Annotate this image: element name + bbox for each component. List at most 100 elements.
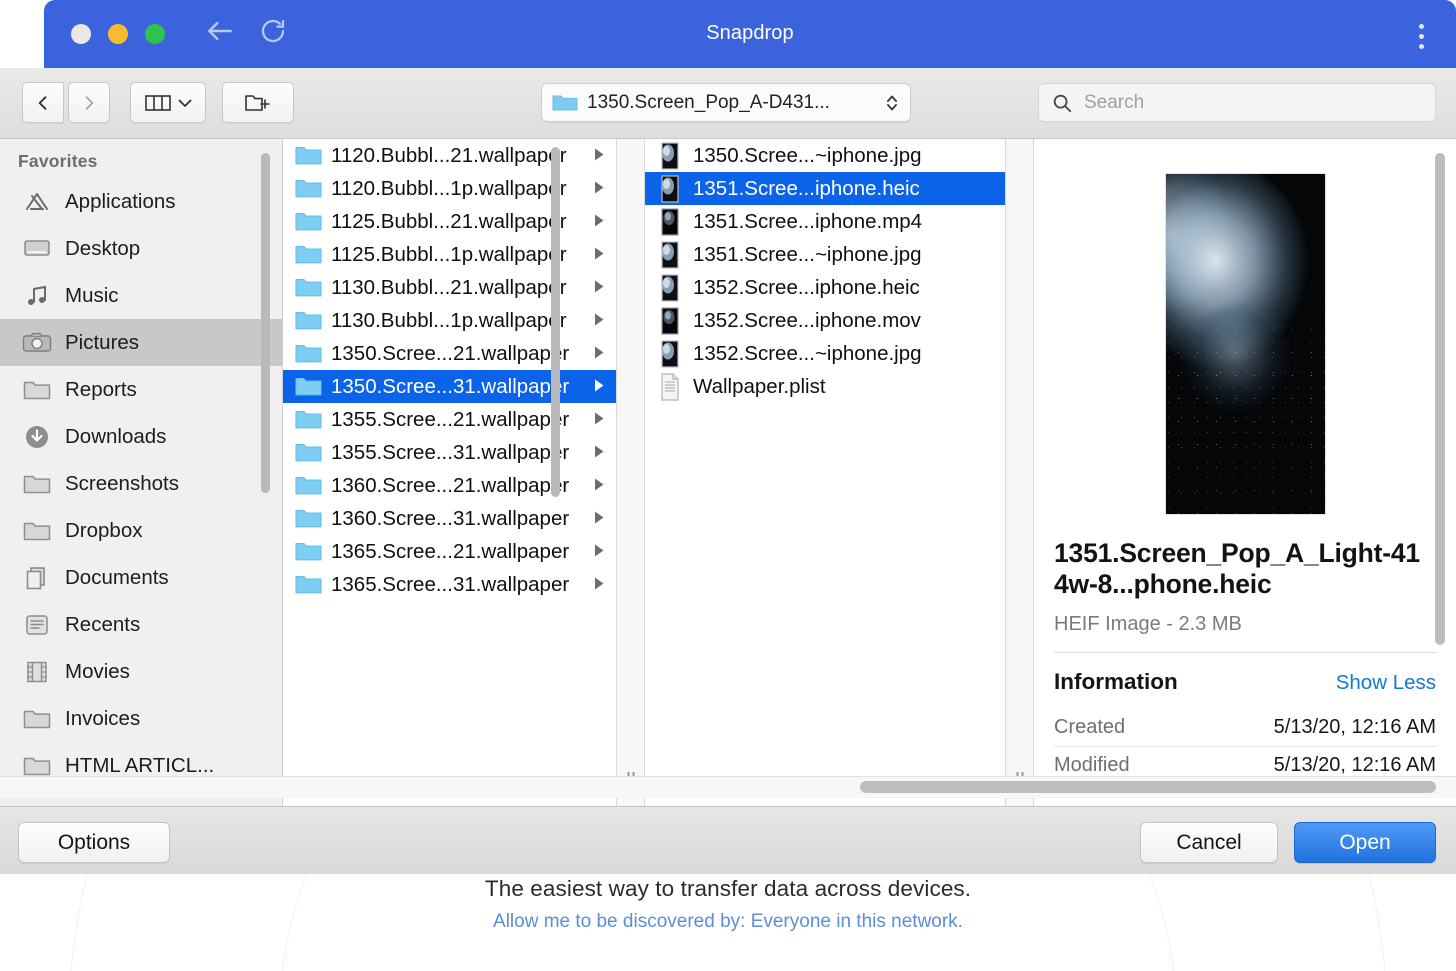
file-list: 1350.Scree...~iphone.jpg 1351.Scree...iph… <box>645 139 1005 403</box>
sidebar-item-label: Reports <box>65 377 137 401</box>
kebab-menu-icon[interactable] <box>1415 20 1428 53</box>
preview-info-rows: Created 5/13/20, 12:16 AM Modified 5/13/20,… <box>1054 709 1436 786</box>
file-row[interactable]: 1351.Scree...~iphone.jpg <box>645 238 1005 271</box>
disclosure-arrow-icon <box>595 247 604 259</box>
disclosure-arrow-icon <box>595 379 604 391</box>
file-row[interactable]: 1351.Scree...iphone.mp4 <box>645 205 1005 238</box>
sidebar-item-applications[interactable]: Applications <box>0 178 282 225</box>
chevron-left-icon <box>38 95 47 110</box>
horizontal-scrollbar-thumb[interactable] <box>860 781 1436 793</box>
folder-blue-icon <box>293 145 323 166</box>
folder-row[interactable]: 1360.Scree...21.wallpaper <box>283 469 616 502</box>
preview-info-key: Created <box>1054 716 1126 739</box>
forward-button[interactable] <box>68 82 110 123</box>
preview-panel: 1351.Screen_Pop_A_Light-414w-8...phone.h… <box>1034 139 1456 806</box>
disclosure-arrow-icon <box>595 478 604 490</box>
file-row[interactable]: Wallpaper.plist <box>645 370 1005 403</box>
sidebar-item-music[interactable]: Music <box>0 272 282 319</box>
preview-info-value: 5/13/20, 12:16 AM <box>1273 754 1436 777</box>
disclosure-arrow-icon <box>593 474 606 498</box>
folder-blue-icon <box>293 277 323 298</box>
show-less-link[interactable]: Show Less <box>1336 671 1436 695</box>
sidebar-item-downloads[interactable]: Downloads <box>0 413 282 460</box>
sidebar-item-label: Invoices <box>65 706 141 730</box>
folder-row[interactable]: 1120.Bubbl...21.wallpaper <box>283 139 616 172</box>
disclosure-arrow-icon <box>595 511 604 523</box>
folder-icon <box>22 708 52 730</box>
disclosure-arrow-icon <box>593 243 606 267</box>
disclosure-arrow-icon <box>593 540 606 564</box>
preview-info-value: 5/13/20, 12:16 AM <box>1273 716 1436 739</box>
column-one-scrollbar[interactable] <box>551 147 560 497</box>
disclosure-arrow-icon <box>593 573 606 597</box>
camera-icon <box>22 332 52 354</box>
sidebar-item-label: Movies <box>65 659 130 683</box>
folder-name: 1360.Scree...31.wallpaper <box>331 506 570 530</box>
file-row[interactable]: 1352.Scree...~iphone.jpg <box>645 337 1005 370</box>
file-row[interactable]: 1352.Scree...iphone.heic <box>645 271 1005 304</box>
folder-row[interactable]: 1365.Scree...21.wallpaper <box>283 535 616 568</box>
folder-row[interactable]: 1365.Scree...31.wallpaper <box>283 568 616 601</box>
documents-icon <box>22 565 52 591</box>
window-title: Snapdrop <box>706 22 794 44</box>
folder-row[interactable]: 1355.Scree...31.wallpaper <box>283 436 616 469</box>
disclosure-arrow-icon <box>593 177 606 201</box>
sidebar-item-movies[interactable]: Movies <box>0 648 282 695</box>
folder-row[interactable]: 1130.Bubbl...1p.wallpaper <box>283 304 616 337</box>
path-popup-button[interactable]: 1350.Screen_Pop_A-D431... <box>541 83 911 122</box>
view-mode-button[interactable] <box>130 82 206 123</box>
folder-row[interactable]: 1125.Bubbl...1p.wallpaper <box>283 238 616 271</box>
file-row[interactable]: 1350.Scree...~iphone.jpg <box>645 139 1005 172</box>
sidebar-item-screenshots[interactable]: Screenshots <box>0 460 282 507</box>
folder-icon <box>22 473 52 495</box>
folder-blue-icon <box>293 409 323 430</box>
column-divider[interactable] <box>616 139 645 806</box>
image-thumb-icon <box>655 240 685 269</box>
folder-row[interactable]: 1360.Scree...31.wallpaper <box>283 502 616 535</box>
sidebar-item-dropbox[interactable]: Dropbox <box>0 507 282 554</box>
film-icon <box>22 660 52 684</box>
open-button[interactable]: Open <box>1294 822 1436 863</box>
chevron-down-icon <box>178 99 191 107</box>
sidebar-item-desktop[interactable]: Desktop <box>0 225 282 272</box>
file-name: 1352.Scree...iphone.heic <box>693 275 920 299</box>
sidebar-item-recents[interactable]: Recents <box>0 601 282 648</box>
file-name: 1351.Scree...iphone.heic <box>693 176 920 200</box>
file-name: 1351.Scree...iphone.mp4 <box>693 209 923 233</box>
folder-row[interactable]: 1130.Bubbl...21.wallpaper <box>283 271 616 304</box>
column-divider[interactable] <box>1005 139 1034 806</box>
cancel-button[interactable]: Cancel <box>1140 822 1278 863</box>
folder-row[interactable]: 1125.Bubbl...21.wallpaper <box>283 205 616 238</box>
folder-icon <box>22 379 52 401</box>
disclosure-arrow-icon <box>595 544 604 556</box>
video-thumb-icon <box>655 207 685 236</box>
options-button[interactable]: Options <box>18 822 170 863</box>
sidebar-item-invoices[interactable]: Invoices <box>0 695 282 742</box>
path-popup-label: 1350.Screen_Pop_A-D431... <box>587 91 830 113</box>
page-discovery-note[interactable]: Allow me to be discovered by: Everyone i… <box>0 911 1456 933</box>
desktop-icon <box>22 238 52 260</box>
back-button[interactable] <box>22 82 64 123</box>
folder-row[interactable]: 1350.Scree...21.wallpaper <box>283 337 616 370</box>
favorites-sidebar: Favorites Applications Desktop Music Pictur… <box>0 139 283 806</box>
search-input[interactable]: Search <box>1038 83 1436 122</box>
sidebar-item-label: Downloads <box>65 424 167 448</box>
new-folder-button[interactable] <box>222 82 294 123</box>
image-thumb-icon <box>655 174 685 203</box>
sidebar-scrollbar[interactable] <box>261 153 270 493</box>
folder-icon <box>552 95 578 110</box>
folder-row[interactable]: 1355.Scree...21.wallpaper <box>283 403 616 436</box>
sidebar-item-reports[interactable]: Reports <box>0 366 282 413</box>
file-row[interactable]: 1352.Scree...iphone.mov <box>645 304 1005 337</box>
folder-row[interactable]: 1120.Bubbl...1p.wallpaper <box>283 172 616 205</box>
file-column-two: 1350.Scree...~iphone.jpg 1351.Scree...iph… <box>645 139 1005 806</box>
folder-row[interactable]: 1350.Scree...31.wallpaper <box>283 370 616 403</box>
disclosure-arrow-icon <box>593 276 606 300</box>
sidebar-item-pictures[interactable]: Pictures <box>0 319 282 366</box>
preview-scrollbar[interactable] <box>1435 153 1445 645</box>
file-row[interactable]: 1351.Scree...iphone.heic <box>645 172 1005 205</box>
folder-blue-icon <box>293 178 323 199</box>
sidebar-item-documents[interactable]: Documents <box>0 554 282 601</box>
download-icon <box>22 424 52 450</box>
folder-column-one: 1120.Bubbl...21.wallpaper 1120.Bubbl...1p… <box>283 139 616 806</box>
